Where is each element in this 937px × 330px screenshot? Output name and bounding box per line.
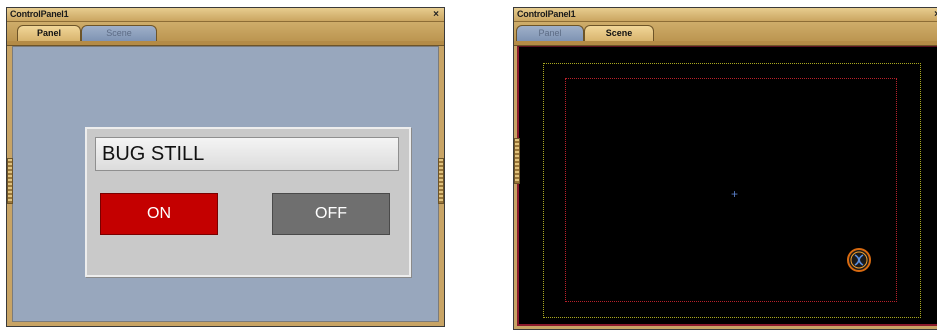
scene-object-icon[interactable] (846, 247, 872, 273)
scene-viewport[interactable]: + (517, 46, 937, 326)
window-title: ControlPanel1 (10, 9, 69, 19)
tab-panel[interactable]: Panel (516, 25, 584, 41)
tab-strip: Panel Scene (514, 22, 937, 42)
left-resize-handle[interactable] (7, 158, 13, 204)
tab-scene[interactable]: Scene (584, 25, 654, 41)
left-resize-handle[interactable] (514, 138, 520, 184)
control-panel-window-panel: ControlPanel1 × Panel Scene BUG STILL ON… (6, 7, 445, 327)
tab-panel[interactable]: Panel (17, 25, 81, 41)
title-bar[interactable]: ControlPanel1 × (514, 8, 937, 22)
label-field: BUG STILL (95, 137, 399, 171)
title-bar[interactable]: ControlPanel1 × (7, 8, 444, 22)
control-panel-window-scene: ControlPanel1 × Panel Scene + (513, 7, 937, 330)
control-dialog: BUG STILL ON OFF (85, 127, 411, 277)
on-button[interactable]: ON (100, 193, 218, 235)
tab-scene[interactable]: Scene (81, 25, 157, 41)
bug-still-label: BUG STILL (102, 143, 205, 165)
tab-strip: Panel Scene (7, 22, 444, 42)
crosshair-icon: + (731, 187, 739, 201)
off-button[interactable]: OFF (272, 193, 390, 235)
panel-canvas: BUG STILL ON OFF (12, 46, 439, 322)
close-icon[interactable]: × (433, 8, 439, 21)
window-title: ControlPanel1 (517, 9, 576, 19)
right-resize-handle[interactable] (438, 158, 444, 204)
